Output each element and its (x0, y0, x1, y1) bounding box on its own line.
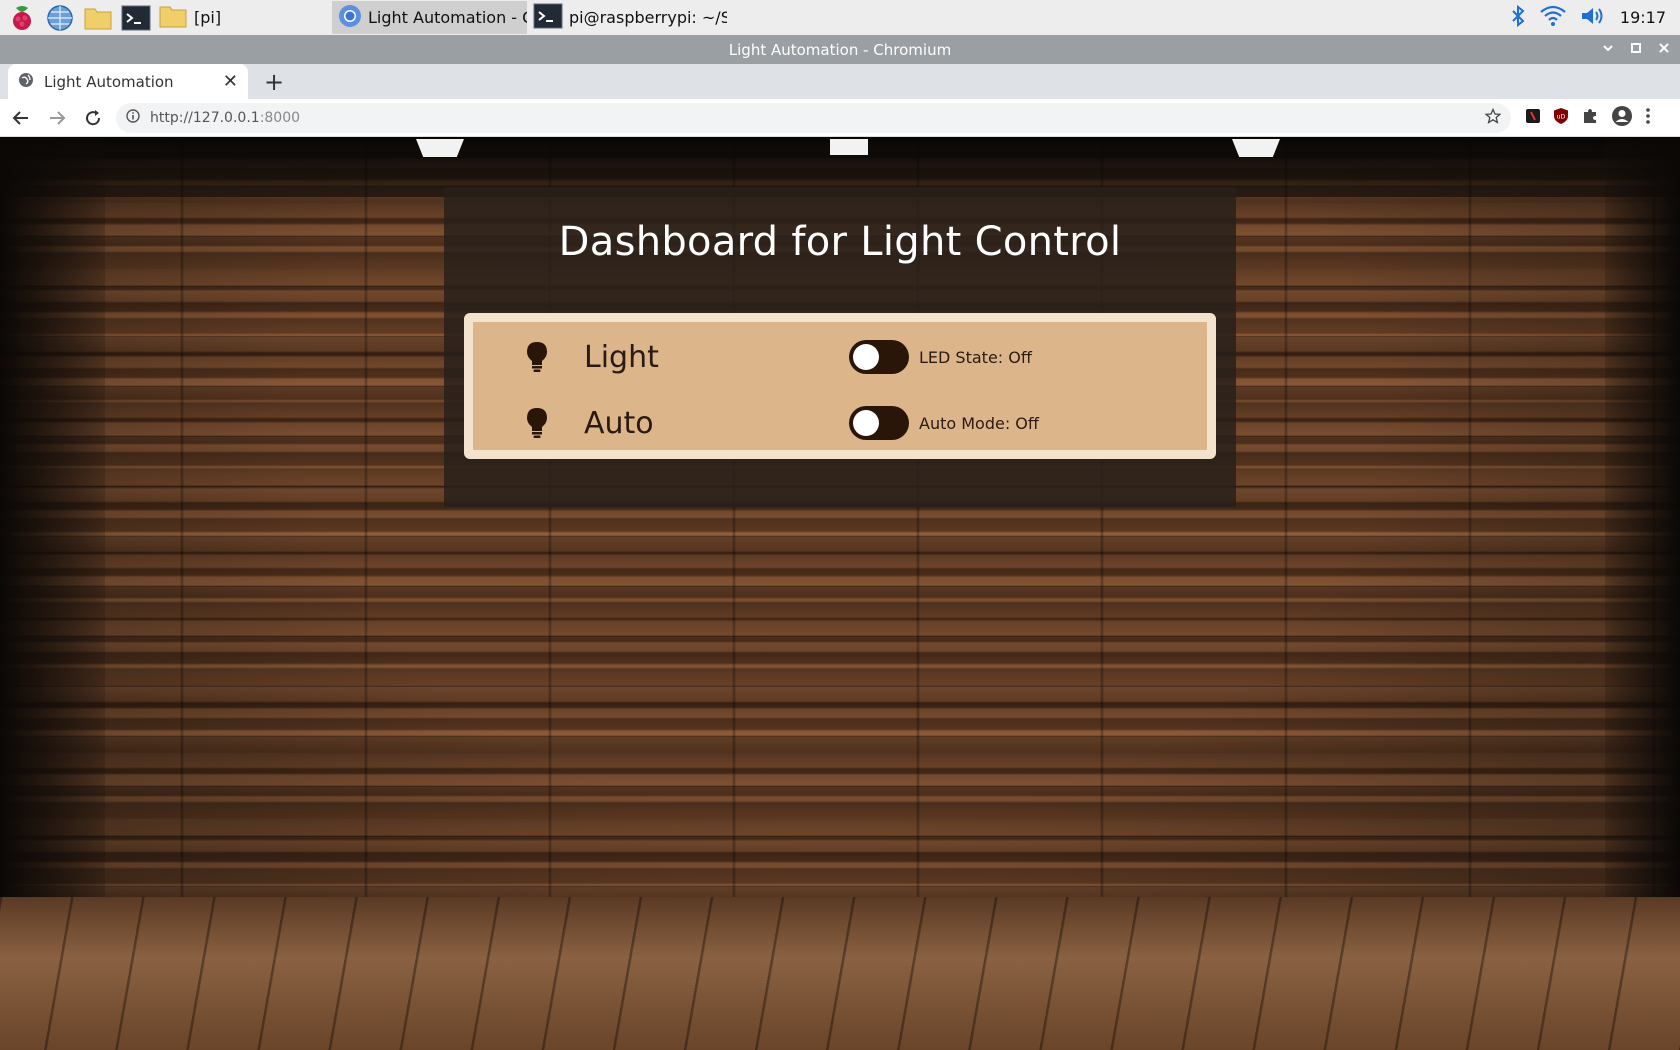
control-card: Light LED State: Off Auto Auto Mode: Off (464, 313, 1216, 459)
back-button[interactable] (6, 103, 36, 133)
wifi-icon[interactable] (1540, 5, 1566, 31)
control-row-auto: Auto Auto Mode: Off (473, 392, 1207, 454)
led-state-text: LED State: Off (919, 347, 1032, 367)
toggle-knob (853, 410, 879, 436)
tab-strip: Light Automation ✕ + (0, 64, 1680, 99)
new-tab-button[interactable]: + (260, 68, 288, 96)
site-info-icon[interactable] (126, 108, 140, 127)
right-wall-shadow (1605, 137, 1680, 917)
ceiling-spotlight (1232, 139, 1280, 157)
address-bar[interactable]: http://127.0.0.1:8000 (116, 102, 1511, 133)
taskbar: [pi] Light Automation - C... pi@raspberr… (0, 0, 1680, 35)
taskbar-task-label: pi@raspberrypi: ~/SO... (569, 8, 727, 27)
system-tray: 19:17 (1510, 4, 1680, 32)
tab-close-icon[interactable]: ✕ (223, 71, 238, 92)
taskbar-task-terminal[interactable]: pi@raspberrypi: ~/SO... (527, 1, 727, 34)
tab-title: Light Automation (44, 72, 174, 91)
auto-mode-state-text: Auto Mode: Off (919, 413, 1039, 433)
window-controls (1602, 35, 1670, 64)
profile-avatar-icon[interactable] (1611, 105, 1633, 131)
bluetooth-icon[interactable] (1510, 4, 1526, 32)
forward-button[interactable] (42, 103, 72, 133)
window-titlebar[interactable]: Light Automation - Chromium (0, 35, 1680, 64)
taskbar-task-file-manager[interactable]: [pi] (152, 1, 332, 34)
left-wall-shadow (0, 137, 105, 917)
url-host: http://127.0.0.1 (150, 109, 260, 126)
taskbar-task-chromium[interactable]: Light Automation - C... (332, 1, 527, 34)
browser-menu-icon[interactable] (1645, 107, 1651, 129)
reload-button[interactable] (78, 103, 108, 133)
web-browser-icon[interactable] (44, 2, 76, 34)
reload-icon (86, 109, 101, 125)
page-viewport: Dashboard for Light Control Light LED St… (0, 137, 1680, 1050)
control-row-light: Light LED State: Off (473, 326, 1207, 388)
lightbulb-icon (525, 341, 549, 373)
terminal-icon (533, 3, 563, 33)
volume-icon[interactable] (1580, 5, 1606, 31)
chromium-icon (338, 4, 362, 32)
row-label: Auto (584, 405, 654, 441)
window-title: Light Automation - Chromium (728, 40, 952, 59)
clock[interactable]: 19:17 (1620, 8, 1666, 27)
file-manager-icon[interactable] (82, 2, 114, 34)
back-arrow-icon (12, 110, 28, 125)
ceiling-spotlight (830, 139, 868, 155)
raspberry-menu-icon[interactable] (6, 2, 38, 34)
extensions-area: uD (1525, 105, 1651, 131)
taskbar-task-label: [pi] (194, 8, 222, 27)
browser-toolbar: http://127.0.0.1:8000 uD (0, 99, 1680, 137)
terminal-launcher-icon[interactable] (120, 2, 152, 34)
extension-red-icon[interactable] (1525, 108, 1541, 128)
svg-text:uD: uD (1557, 113, 1566, 120)
toggle-knob (853, 344, 879, 370)
taskbar-task-label: Light Automation - C... (368, 8, 527, 27)
ublock-origin-icon[interactable]: uD (1553, 107, 1569, 129)
tab-light-automation[interactable]: Light Automation ✕ (8, 64, 248, 99)
globe-favicon-icon (18, 72, 34, 92)
led-toggle-switch[interactable] (849, 340, 909, 374)
minimize-icon[interactable] (1602, 42, 1614, 58)
maximize-icon[interactable] (1630, 42, 1642, 58)
wood-floor-background (0, 897, 1680, 1050)
row-label: Light (584, 339, 659, 375)
extensions-puzzle-icon[interactable] (1581, 107, 1599, 129)
lightbulb-icon (525, 407, 549, 439)
page-title: Dashboard for Light Control (558, 219, 1122, 265)
folder-icon (158, 3, 188, 33)
auto-mode-toggle-switch[interactable] (849, 406, 909, 440)
url-port: :8000 (259, 109, 301, 126)
bookmark-star-icon[interactable] (1484, 107, 1502, 128)
ceiling-spotlight (416, 139, 464, 157)
forward-arrow-icon (50, 110, 66, 125)
close-window-icon[interactable] (1658, 42, 1670, 58)
